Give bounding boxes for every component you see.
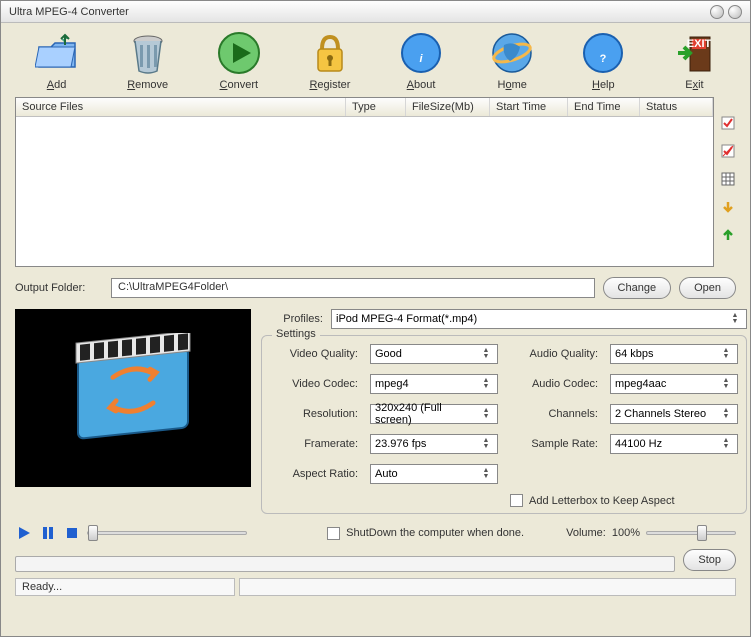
close-button[interactable] <box>728 5 742 19</box>
audio-codec-select[interactable]: mpeg4aac▲▼ <box>610 374 738 394</box>
exit-door-icon: EXIT <box>670 29 718 77</box>
move-down-icon[interactable] <box>720 199 736 215</box>
letterbox-checkbox[interactable] <box>510 494 523 507</box>
settings-fieldset: Settings Video Quality: Good▲▼ Audio Qua… <box>261 335 747 514</box>
framerate-select[interactable]: 23.976 fps▲▼ <box>370 434 498 454</box>
add-button[interactable]: Add <box>15 29 99 91</box>
col-type[interactable]: Type <box>346 98 406 116</box>
check-all-icon[interactable] <box>720 115 736 131</box>
register-button[interactable]: Register <box>288 29 372 91</box>
svg-text:?: ? <box>600 53 607 65</box>
profiles-select[interactable]: iPod MPEG-4 Format(*.mp4) ▲▼ <box>331 309 747 329</box>
question-icon: ? <box>579 29 627 77</box>
letterbox-label: Add Letterbox to Keep Aspect <box>529 495 675 507</box>
help-button[interactable]: ? Help <box>561 29 645 91</box>
samplerate-label: Sample Rate: <box>510 438 598 450</box>
aspect-select[interactable]: Auto▲▼ <box>370 464 498 484</box>
channels-label: Channels: <box>510 408 598 420</box>
col-source[interactable]: Source Files <box>16 98 346 116</box>
globe-icon <box>488 29 536 77</box>
col-size[interactable]: FileSize(Mb) <box>406 98 490 116</box>
move-up-icon[interactable] <box>720 227 736 243</box>
window-title: Ultra MPEG-4 Converter <box>9 6 710 18</box>
exit-button[interactable]: EXIT Exit <box>652 29 736 91</box>
col-status[interactable]: Status <box>640 98 713 116</box>
profiles-label: Profiles: <box>261 313 323 325</box>
channels-select[interactable]: 2 Channels Stereo▲▼ <box>610 404 738 424</box>
resolution-select[interactable]: 320x240 (Full screen)▲▼ <box>370 404 498 424</box>
about-button[interactable]: i About <box>379 29 463 91</box>
lock-icon <box>306 29 354 77</box>
audio-codec-label: Audio Codec: <box>510 378 598 390</box>
settings-legend: Settings <box>272 328 320 340</box>
change-button[interactable]: Change <box>603 277 672 299</box>
svg-text:EXIT: EXIT <box>687 38 712 50</box>
video-quality-select[interactable]: Good▲▼ <box>370 344 498 364</box>
shutdown-checkbox[interactable] <box>327 527 340 540</box>
video-codec-select[interactable]: mpeg4▲▼ <box>370 374 498 394</box>
minimize-button[interactable] <box>710 5 724 19</box>
stop-button[interactable]: Stop <box>683 549 736 571</box>
col-end[interactable]: End Time <box>568 98 640 116</box>
grid-icon[interactable] <box>720 171 736 187</box>
resolution-label: Resolution: <box>270 408 358 420</box>
video-quality-label: Video Quality: <box>270 348 358 360</box>
status-secondary <box>239 578 736 596</box>
home-button[interactable]: Home <box>470 29 554 91</box>
select-arrows-icon: ▲▼ <box>728 313 742 325</box>
volume-slider[interactable] <box>646 531 736 535</box>
progress-bar <box>15 556 675 572</box>
status-text: Ready... <box>15 578 235 596</box>
open-button[interactable]: Open <box>679 277 736 299</box>
convert-button[interactable]: Convert <box>197 29 281 91</box>
volume-value: 100% <box>612 527 640 539</box>
seek-slider[interactable] <box>87 531 247 535</box>
col-start[interactable]: Start Time <box>490 98 568 116</box>
video-codec-label: Video Codec: <box>270 378 358 390</box>
audio-quality-select[interactable]: 64 kbps▲▼ <box>610 344 738 364</box>
play-button[interactable] <box>15 524 33 542</box>
info-icon: i <box>397 29 445 77</box>
volume-label: Volume: <box>566 527 606 539</box>
folder-add-icon <box>33 29 81 77</box>
source-files-grid[interactable]: Source Files Type FileSize(Mb) Start Tim… <box>15 97 714 267</box>
preview-pane <box>15 309 251 487</box>
samplerate-select[interactable]: 44100 Hz▲▼ <box>610 434 738 454</box>
shutdown-label: ShutDown the computer when done. <box>346 527 524 539</box>
playback-stop-button[interactable] <box>63 524 81 542</box>
aspect-label: Aspect Ratio: <box>270 468 358 480</box>
output-folder-label: Output Folder: <box>15 282 103 294</box>
framerate-label: Framerate: <box>270 438 358 450</box>
trash-icon <box>124 29 172 77</box>
uncheck-all-icon[interactable] <box>720 143 736 159</box>
output-folder-field[interactable]: C:\UltraMPEG4Folder\ <box>111 278 595 298</box>
pause-button[interactable] <box>39 524 57 542</box>
audio-quality-label: Audio Quality: <box>510 348 598 360</box>
play-circle-icon <box>215 29 263 77</box>
remove-button[interactable]: Remove <box>106 29 190 91</box>
